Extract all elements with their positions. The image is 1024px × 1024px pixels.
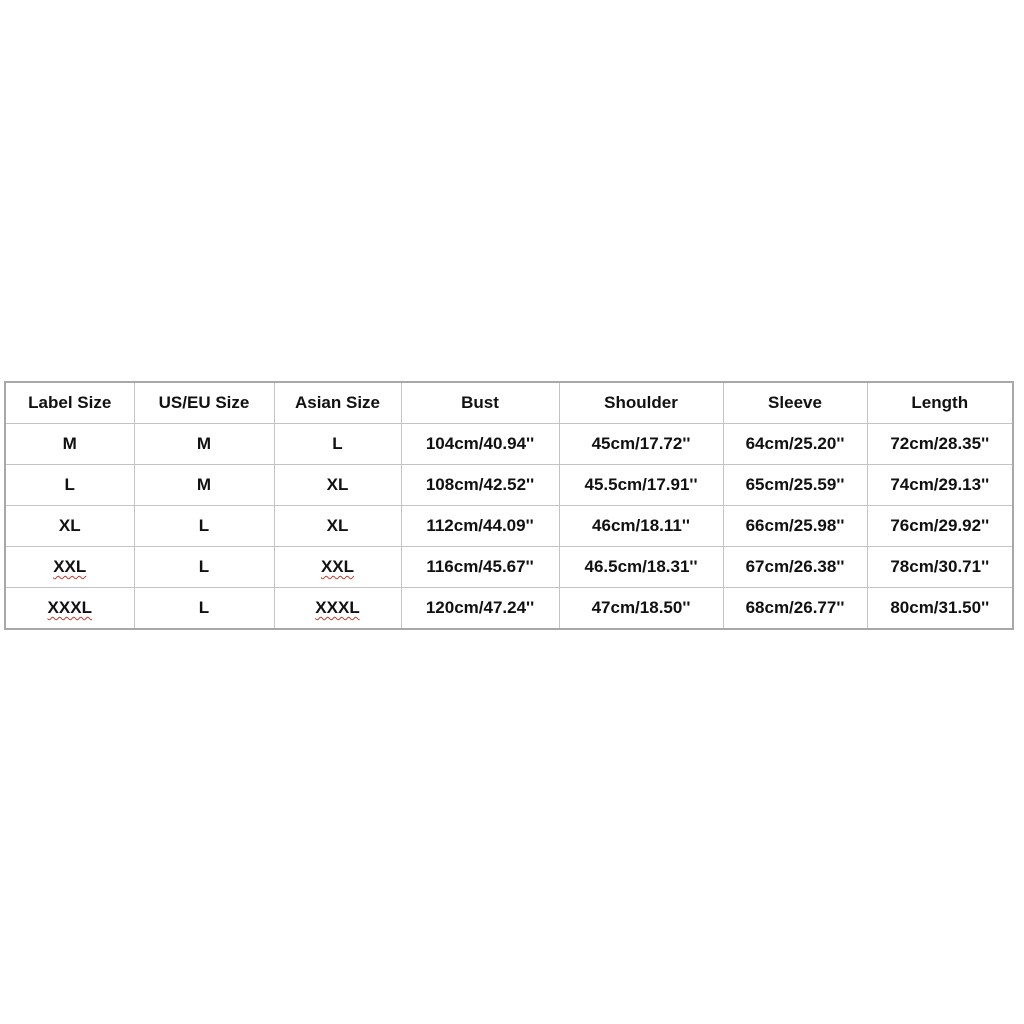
cell-shoulder: 46cm/18.11'': [558, 505, 724, 547]
cell-shoulder: 47cm/18.50'': [558, 587, 724, 630]
cell-sleeve: 65cm/25.59'': [722, 464, 868, 506]
cell-asian-size: XXL: [273, 546, 402, 588]
header-bust: Bust: [400, 381, 560, 424]
cell-label-size: XXL: [4, 546, 135, 588]
header-asian-size: Asian Size: [273, 381, 402, 424]
cell-sleeve: 67cm/26.38'': [722, 546, 868, 588]
cell-us-eu-size: M: [133, 464, 275, 506]
cell-us-eu-size: M: [133, 423, 275, 465]
cell-shoulder: 45.5cm/17.91'': [558, 464, 724, 506]
cell-us-eu-size: L: [133, 546, 275, 588]
table-row: XXL L XXL 116cm/45.67'' 46.5cm/18.31'' 6…: [4, 546, 1014, 588]
spellcheck-marked-text: XXXL: [315, 598, 360, 617]
cell-bust: 120cm/47.24'': [400, 587, 560, 630]
cell-length: 74cm/29.13'': [866, 464, 1014, 506]
page: Label Size US/EU Size Asian Size Bust Sh…: [0, 0, 1024, 1024]
size-chart-table: Label Size US/EU Size Asian Size Bust Sh…: [4, 381, 1014, 630]
cell-label-size: M: [4, 423, 135, 465]
spellcheck-marked-text: XXL: [53, 557, 87, 576]
cell-length: 78cm/30.71'': [866, 546, 1014, 588]
cell-asian-size: XXXL: [273, 587, 402, 630]
cell-length: 76cm/29.92'': [866, 505, 1014, 547]
cell-asian-size: XL: [273, 505, 402, 547]
table-row: M M L 104cm/40.94'' 45cm/17.72'' 64cm/25…: [4, 423, 1014, 465]
cell-label-size: XL: [4, 505, 135, 547]
cell-length: 72cm/28.35'': [866, 423, 1014, 465]
spellcheck-marked-text: XXXL: [47, 598, 92, 617]
header-row: Label Size US/EU Size Asian Size Bust Sh…: [4, 381, 1014, 424]
cell-length: 80cm/31.50'': [866, 587, 1014, 630]
cell-sleeve: 68cm/26.77'': [722, 587, 868, 630]
header-length: Length: [866, 381, 1014, 424]
header-sleeve: Sleeve: [722, 381, 868, 424]
table-row: L M XL 108cm/42.52'' 45.5cm/17.91'' 65cm…: [4, 464, 1014, 506]
cell-bust: 108cm/42.52'': [400, 464, 560, 506]
cell-shoulder: 45cm/17.72'': [558, 423, 724, 465]
cell-sleeve: 64cm/25.20'': [722, 423, 868, 465]
header-us-eu-size: US/EU Size: [133, 381, 275, 424]
table-row: XL L XL 112cm/44.09'' 46cm/18.11'' 66cm/…: [4, 505, 1014, 547]
cell-us-eu-size: L: [133, 587, 275, 630]
cell-asian-size: L: [273, 423, 402, 465]
cell-us-eu-size: L: [133, 505, 275, 547]
spellcheck-marked-text: XXL: [320, 557, 355, 576]
cell-shoulder: 46.5cm/18.31'': [558, 546, 724, 588]
table-row: XXXL L XXXL 120cm/47.24'' 47cm/18.50'' 6…: [4, 587, 1014, 630]
cell-bust: 116cm/45.67'': [400, 546, 560, 588]
cell-label-size: XXXL: [4, 587, 135, 630]
cell-bust: 104cm/40.94'': [400, 423, 560, 465]
header-shoulder: Shoulder: [558, 381, 724, 424]
cell-sleeve: 66cm/25.98'': [722, 505, 868, 547]
cell-bust: 112cm/44.09'': [400, 505, 560, 547]
cell-label-size: L: [4, 464, 135, 506]
cell-asian-size: XL: [273, 464, 402, 506]
header-label-size: Label Size: [4, 381, 135, 424]
